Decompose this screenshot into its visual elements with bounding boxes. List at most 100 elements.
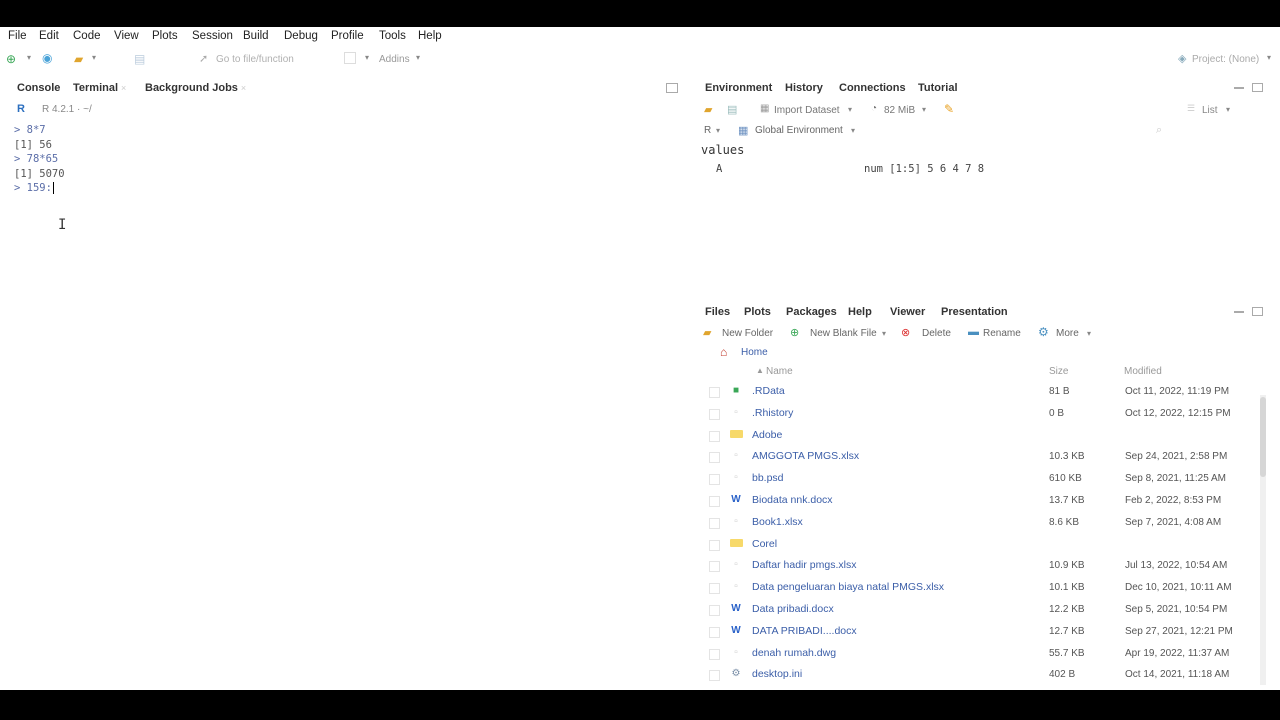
project-menu[interactable]: Project: (None) bbox=[1192, 54, 1259, 65]
chevron-down-icon[interactable]: ▾ bbox=[365, 53, 369, 62]
language-menu[interactable]: R bbox=[704, 125, 711, 136]
goto-file-input[interactable]: Go to file/function bbox=[216, 54, 294, 65]
file-name-link[interactable]: Book1.xlsx bbox=[752, 516, 803, 528]
chevron-down-icon[interactable]: ▾ bbox=[851, 126, 855, 135]
menu-file[interactable]: File bbox=[8, 30, 27, 42]
scrollbar-thumb[interactable] bbox=[1260, 397, 1266, 477]
maximize-pane-icon[interactable] bbox=[1252, 83, 1263, 92]
column-modified[interactable]: Modified bbox=[1124, 366, 1162, 377]
file-row-checkbox[interactable] bbox=[709, 496, 720, 507]
chevron-down-icon[interactable]: ▾ bbox=[882, 329, 886, 338]
env-var-name[interactable]: A bbox=[716, 163, 722, 175]
file-name-link[interactable]: DATA PRIBADI....docx bbox=[752, 625, 857, 637]
chevron-down-icon[interactable]: ▾ bbox=[922, 105, 926, 114]
save-workspace-icon[interactable]: ▤ bbox=[727, 103, 737, 116]
file-row-checkbox[interactable] bbox=[709, 452, 720, 463]
file-name-link[interactable]: Daftar hadir pmgs.xlsx bbox=[752, 559, 856, 571]
file-row-checkbox[interactable] bbox=[709, 627, 720, 638]
minimize-pane-icon[interactable] bbox=[1234, 309, 1244, 313]
file-row-checkbox[interactable] bbox=[709, 561, 720, 572]
search-icon[interactable]: ⌕ bbox=[1156, 124, 1162, 137]
menu-build[interactable]: Build bbox=[243, 30, 269, 42]
file-name-link[interactable]: Data pribadi.docx bbox=[752, 603, 834, 615]
tab-viewer[interactable]: Viewer bbox=[890, 306, 925, 318]
file-name-link[interactable]: AMGGOTA PMGS.xlsx bbox=[752, 450, 859, 462]
tab-connections[interactable]: Connections bbox=[839, 82, 906, 94]
file-row-checkbox[interactable] bbox=[709, 540, 720, 551]
menu-view[interactable]: View bbox=[114, 30, 139, 42]
chevron-down-icon[interactable]: ▾ bbox=[848, 105, 852, 114]
minimize-pane-icon[interactable] bbox=[1234, 85, 1244, 89]
load-workspace-icon[interactable]: ▰ bbox=[704, 103, 712, 116]
tab-terminal[interactable]: Terminal × bbox=[73, 82, 126, 94]
tab-packages[interactable]: Packages bbox=[786, 306, 837, 318]
menu-tools[interactable]: Tools bbox=[379, 30, 406, 42]
tab-help[interactable]: Help bbox=[848, 306, 872, 318]
breadcrumb-home[interactable]: Home bbox=[741, 347, 768, 358]
file-row-checkbox[interactable] bbox=[709, 649, 720, 660]
addins-menu[interactable]: Addins bbox=[379, 54, 410, 65]
file-name-link[interactable]: desktop.ini bbox=[752, 668, 802, 680]
tab-background-jobs[interactable]: Background Jobs × bbox=[145, 82, 246, 94]
file-row-checkbox[interactable] bbox=[709, 605, 720, 616]
tab-console[interactable]: Console bbox=[17, 82, 60, 94]
tab-history[interactable]: History bbox=[785, 82, 823, 94]
file-name-link[interactable]: Data pengeluaran biaya natal PMGS.xlsx bbox=[752, 581, 944, 593]
file-row-checkbox[interactable] bbox=[709, 409, 720, 420]
console-prompt[interactable]: > 159: bbox=[14, 181, 65, 196]
delete-button[interactable]: Delete bbox=[922, 328, 951, 339]
list-view-menu[interactable]: List bbox=[1202, 105, 1218, 116]
rename-button[interactable]: Rename bbox=[983, 328, 1021, 339]
open-project-icon[interactable]: ◉ bbox=[42, 51, 52, 65]
chevron-down-icon[interactable]: ▾ bbox=[27, 53, 31, 62]
import-dataset-button[interactable]: Import Dataset bbox=[774, 105, 840, 116]
maximize-pane-icon[interactable] bbox=[1252, 307, 1263, 316]
file-row-checkbox[interactable] bbox=[709, 583, 720, 594]
new-file-icon[interactable]: ⊕ bbox=[6, 52, 16, 66]
file-name-link[interactable]: .Rhistory bbox=[752, 407, 793, 419]
menu-code[interactable]: Code bbox=[73, 30, 101, 42]
file-name-link[interactable]: denah rumah.dwg bbox=[752, 647, 836, 659]
maximize-pane-icon[interactable] bbox=[666, 83, 678, 93]
column-size[interactable]: Size bbox=[1049, 366, 1068, 377]
file-row-checkbox[interactable] bbox=[709, 431, 720, 442]
file-row-checkbox[interactable] bbox=[709, 387, 720, 398]
chevron-down-icon[interactable]: ▾ bbox=[1087, 329, 1091, 338]
grid-icon[interactable] bbox=[344, 52, 356, 64]
file-row-checkbox[interactable] bbox=[709, 518, 720, 529]
new-folder-button[interactable]: New Folder bbox=[722, 328, 773, 339]
menu-plots[interactable]: Plots bbox=[152, 30, 178, 42]
tab-tutorial[interactable]: Tutorial bbox=[918, 82, 958, 94]
file-row-checkbox[interactable] bbox=[709, 670, 720, 681]
new-blank-file-button[interactable]: New Blank File bbox=[810, 328, 877, 339]
menu-help[interactable]: Help bbox=[418, 30, 442, 42]
chevron-down-icon[interactable]: ▾ bbox=[1267, 53, 1271, 62]
save-all-icon[interactable]: ▤ bbox=[134, 52, 145, 66]
scope-menu[interactable]: Global Environment bbox=[755, 125, 843, 136]
file-name-link[interactable]: bb.psd bbox=[752, 472, 784, 484]
file-name-link[interactable]: Adobe bbox=[752, 429, 782, 441]
menu-profile[interactable]: Profile bbox=[331, 30, 364, 42]
file-row-checkbox[interactable] bbox=[709, 474, 720, 485]
console-output[interactable]: > 8*7 [1] 56 > 78*65 [1] 5070 > 159: bbox=[14, 123, 65, 196]
tab-plots[interactable]: Plots bbox=[744, 306, 771, 318]
close-icon[interactable]: × bbox=[241, 83, 246, 93]
chevron-down-icon[interactable]: ▾ bbox=[416, 53, 420, 62]
file-name-link[interactable]: Corel bbox=[752, 538, 777, 550]
file-name-link[interactable]: .RData bbox=[752, 385, 785, 397]
file-name-link[interactable]: Biodata nnk.docx bbox=[752, 494, 833, 506]
tab-files[interactable]: Files bbox=[705, 306, 730, 318]
chevron-down-icon[interactable]: ▾ bbox=[1226, 105, 1230, 114]
menu-debug[interactable]: Debug bbox=[284, 30, 318, 42]
chevron-down-icon[interactable]: ▾ bbox=[716, 126, 720, 135]
tab-environment[interactable]: Environment bbox=[705, 82, 772, 94]
open-file-icon[interactable]: ▰ bbox=[74, 52, 83, 66]
column-name[interactable]: Name bbox=[766, 366, 793, 377]
menu-session[interactable]: Session bbox=[192, 30, 233, 42]
menu-edit[interactable]: Edit bbox=[39, 30, 59, 42]
memory-usage[interactable]: 82 MiB bbox=[884, 105, 915, 116]
chevron-down-icon[interactable]: ▾ bbox=[92, 53, 96, 62]
broom-icon[interactable]: ✎ bbox=[944, 102, 954, 116]
close-icon[interactable]: × bbox=[121, 83, 126, 93]
more-button[interactable]: More bbox=[1056, 328, 1079, 339]
